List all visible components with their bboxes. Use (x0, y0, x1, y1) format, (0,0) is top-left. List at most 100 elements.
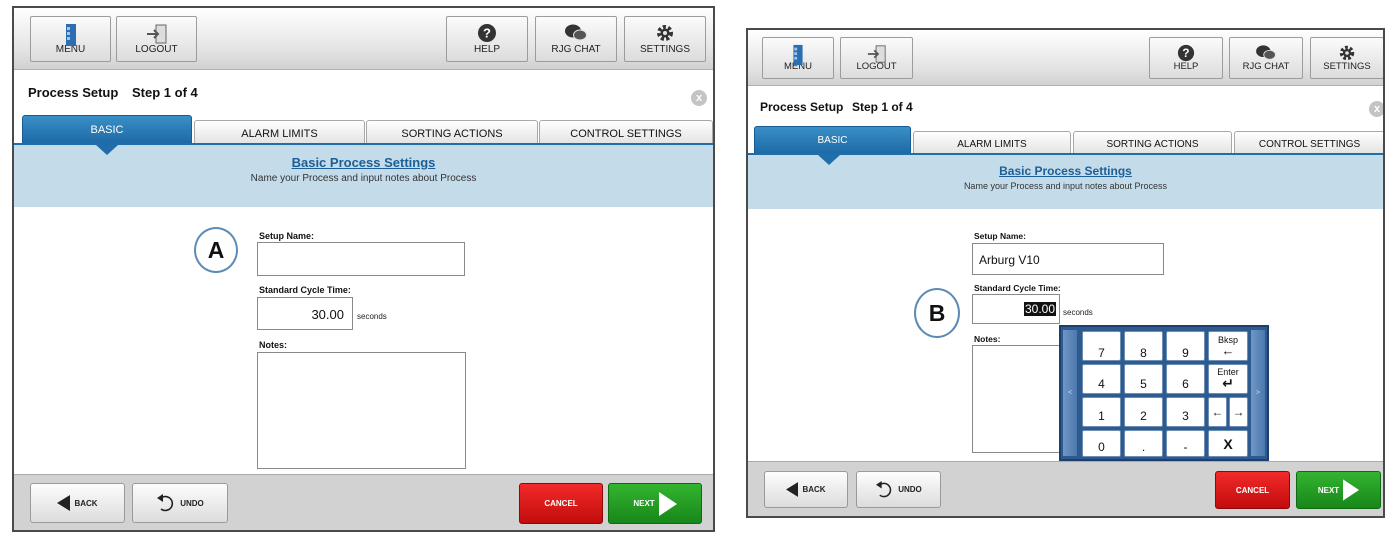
next-arrow-icon (1343, 479, 1360, 501)
logout-button[interactable]: LOGOUT (116, 16, 197, 62)
key-8[interactable]: 8 (1124, 331, 1163, 361)
cycle-time-label: Standard Cycle Time: (974, 283, 1061, 293)
enter-arrow-icon: ↵ (1222, 375, 1234, 391)
key-6[interactable]: 6 (1166, 364, 1205, 394)
undo-button[interactable]: UNDO (856, 471, 941, 508)
back-button[interactable]: BACK (30, 483, 125, 523)
screenshot-panel-b: MENU LOGOUT ? HELP RJG CHAT SETTINGS Pro… (746, 28, 1385, 518)
tab-sorting-actions[interactable]: SORTING ACTIONS (366, 120, 538, 143)
key-9[interactable]: 9 (1166, 331, 1205, 361)
tab-control-settings[interactable]: CONTROL SETTINGS (1234, 131, 1383, 153)
notes-field[interactable] (257, 352, 466, 469)
tab-alarm-limits[interactable]: ALARM LIMITS (913, 131, 1071, 153)
logout-button[interactable]: LOGOUT (840, 37, 913, 79)
bottom-toolbar: BACK UNDO CANCEL NEXT (14, 474, 713, 530)
key-decimal[interactable]: . (1124, 430, 1163, 457)
help-button[interactable]: ? HELP (1149, 37, 1223, 79)
page-title-text: Process Setup (28, 85, 119, 100)
keypad-close-button[interactable]: X (1208, 430, 1248, 457)
section-subtitle: Name your Process and input notes about … (250, 173, 477, 184)
settings-button[interactable]: SETTINGS (1310, 37, 1383, 79)
back-arrow-icon (786, 482, 799, 497)
key-cursor-right[interactable]: → (1229, 397, 1248, 427)
svg-text:?: ? (483, 26, 491, 41)
menu-button[interactable]: MENU (30, 16, 111, 62)
key-3[interactable]: 3 (1166, 397, 1205, 427)
callout-a: A (194, 227, 238, 273)
section-header: Basic Process Settings Name your Process… (14, 143, 713, 207)
next-arrow-icon (658, 491, 677, 516)
key-enter[interactable]: Enter ↵ (1208, 364, 1248, 394)
rjg-chat-button[interactable]: RJG CHAT (535, 16, 617, 62)
setup-name-field[interactable] (257, 242, 465, 276)
key-4[interactable]: 4 (1082, 364, 1121, 394)
key-2[interactable]: 2 (1124, 397, 1163, 427)
tab-bar: BASIC ALARM LIMITS SORTING ACTIONS CONTR… (14, 115, 713, 143)
undo-icon (876, 481, 892, 498)
cycle-time-field[interactable]: 30.00 (972, 294, 1060, 324)
cancel-button[interactable]: CANCEL (1215, 471, 1290, 509)
key-minus[interactable]: - (1166, 430, 1205, 457)
key-0[interactable]: 0 (1082, 430, 1121, 457)
keypad-scroll-left[interactable]: < (1063, 330, 1077, 456)
cancel-label: CANCEL (544, 499, 578, 508)
back-label: BACK (74, 498, 98, 508)
cycle-time-value-selected: 30.00 (1023, 302, 1056, 316)
notes-field[interactable] (972, 345, 1066, 453)
top-toolbar: MENU LOGOUT ? HELP RJG CHAT SETTINGS (14, 8, 713, 70)
tab-basic[interactable]: BASIC (754, 126, 911, 153)
svg-text:?: ? (1182, 47, 1189, 60)
rjg-chat-button[interactable]: RJG CHAT (1229, 37, 1303, 79)
numeric-keypad: < > 7 8 9 Bksp ← 4 5 6 Enter ↵ 1 2 3 ← →… (1059, 325, 1269, 461)
logout-icon (865, 44, 889, 67)
section-header: Basic Process Settings Name your Process… (748, 153, 1383, 209)
screenshot-panel-a: MENU LOGOUT ? HELP RJG CHAT SETTINGS Pro… (12, 6, 715, 532)
section-title[interactable]: Basic Process Settings (748, 164, 1383, 178)
setup-name-label: Setup Name: (259, 231, 315, 241)
key-backspace[interactable]: Bksp ← (1208, 331, 1248, 361)
cancel-label: CANCEL (1235, 485, 1270, 495)
next-button[interactable]: NEXT (608, 483, 702, 524)
section-title[interactable]: Basic Process Settings (14, 155, 713, 170)
tab-alarm-limits[interactable]: ALARM LIMITS (194, 120, 365, 143)
next-button[interactable]: NEXT (1296, 471, 1381, 509)
setup-name-label: Setup Name: (974, 231, 1026, 241)
cycle-time-unit: seconds (1063, 308, 1093, 317)
setup-name-field[interactable]: Arburg V10 (972, 243, 1164, 275)
keypad-scroll-left-glyph: < (1067, 389, 1073, 397)
tab-sorting-actions[interactable]: SORTING ACTIONS (1073, 131, 1232, 153)
help-icon: ? (477, 23, 497, 46)
keypad-scroll-right-glyph: > (1255, 389, 1261, 397)
gear-icon (1338, 44, 1356, 65)
key-1[interactable]: 1 (1082, 397, 1121, 427)
cancel-button[interactable]: CANCEL (519, 483, 603, 524)
tab-control-settings[interactable]: CONTROL SETTINGS (539, 120, 713, 143)
next-label: NEXT (633, 499, 655, 508)
menu-icon (793, 44, 804, 69)
undo-button[interactable]: UNDO (132, 483, 228, 523)
active-tab-pointer (818, 155, 840, 165)
key-5[interactable]: 5 (1124, 364, 1163, 394)
cycle-time-unit: seconds (357, 312, 387, 321)
key-7[interactable]: 7 (1082, 331, 1121, 361)
back-arrow-icon (57, 495, 71, 511)
key-cursor-left[interactable]: ← (1208, 397, 1227, 427)
keypad-scroll-right[interactable]: > (1251, 330, 1265, 456)
tab-basic[interactable]: BASIC (22, 115, 192, 143)
page-step-text: Step 1 of 4 (132, 85, 198, 100)
close-icon[interactable]: x (1369, 101, 1383, 117)
cycle-time-field[interactable]: 30.00 (257, 297, 353, 330)
settings-button[interactable]: SETTINGS (624, 16, 706, 62)
top-toolbar: MENU LOGOUT ? HELP RJG CHAT SETTINGS (748, 30, 1383, 86)
undo-label: UNDO (180, 498, 204, 508)
cycle-time-label: Standard Cycle Time: (259, 285, 351, 295)
page-step-text: Step 1 of 4 (852, 100, 913, 114)
active-tab-pointer (96, 145, 118, 155)
setup-name-value: Arburg V10 (979, 253, 1040, 267)
back-button[interactable]: BACK (764, 471, 848, 508)
help-icon: ? (1177, 44, 1195, 65)
close-icon[interactable]: x (691, 90, 707, 106)
section-subtitle: Name your Process and input notes about … (963, 181, 1168, 191)
help-button[interactable]: ? HELP (446, 16, 528, 62)
menu-button[interactable]: MENU (762, 37, 834, 79)
